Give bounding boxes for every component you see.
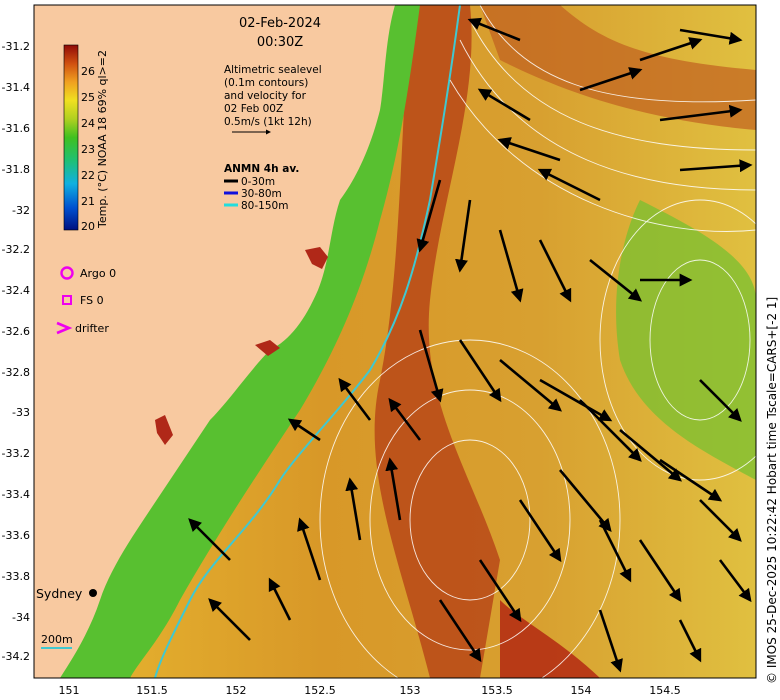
symbol-label: FS 0 (80, 294, 104, 307)
colorbar-tick: 21 (81, 195, 95, 208)
anmn-label: 30-80m (241, 188, 282, 200)
city-label: Sydney (36, 586, 83, 601)
lat-tick: -31.6 (2, 122, 30, 135)
colorbar-tick: 25 (81, 91, 95, 104)
city-marker (89, 589, 97, 597)
lon-tick: 153 (400, 684, 421, 697)
colorbar-tick: 24 (81, 117, 95, 130)
sst-map: -31.2 -31.4 -31.6 -31.8 -32 -32.2 -32.4 … (2, 4, 779, 697)
lat-tick: -34.2 (2, 650, 30, 663)
info-line: Altimetric sealevel (224, 64, 322, 76)
lat-ticks: -31.2 -31.4 -31.6 -31.8 -32 -32.2 -32.4 … (2, 40, 30, 663)
colorbar-gradient (63, 44, 79, 231)
symbol-label: Argo 0 (80, 267, 116, 280)
info-line: (0.1m contours) (224, 77, 308, 89)
anmn-label: 0-30m (241, 176, 275, 188)
lat-tick: -32.4 (2, 284, 30, 297)
credit-text: © IMOS 25-Dec-2025 10:22:42 Hobart time … (765, 297, 779, 684)
lon-tick: 154.5 (649, 684, 681, 697)
map-time: 00:30Z (257, 35, 303, 50)
lat-tick: -33.4 (2, 488, 30, 501)
lon-tick: 151 (59, 684, 80, 697)
map-plot-area (34, 5, 756, 678)
anmn-title: ANMN 4h av. (224, 163, 299, 175)
colorbar-tick: 26 (81, 65, 95, 78)
lat-tick: -31.8 (2, 163, 30, 176)
anmn-label: 80-150m (241, 200, 288, 212)
lat-tick: -32.2 (2, 243, 30, 256)
lon-tick: 151.5 (136, 684, 168, 697)
lon-ticks: 151 151.5 152 152.5 153 153.5 154 154.5 (59, 684, 681, 697)
lon-tick: 152 (226, 684, 247, 697)
lat-tick: -32.6 (2, 325, 30, 338)
lon-tick: 154 (571, 684, 592, 697)
lat-tick: -32 (12, 204, 30, 217)
info-line: 0.5m/s (1kt 12h) (224, 116, 312, 128)
lat-tick: -31.4 (2, 81, 30, 94)
info-line: 02 Feb 00Z (224, 103, 283, 115)
info-line: and velocity for (224, 90, 307, 102)
lat-tick: -33.8 (2, 570, 30, 583)
lat-tick: -31.2 (2, 40, 30, 53)
lat-tick: -33.2 (2, 447, 30, 460)
colorbar-tick: 23 (81, 143, 95, 156)
lon-tick: 152.5 (304, 684, 336, 697)
colorbar-tick: 20 (81, 220, 95, 233)
lat-tick: -34 (12, 611, 30, 624)
colorbar-label: Temp. (°C) NOAA 18 69% ql>=2 (96, 50, 109, 229)
lat-tick: -33.6 (2, 529, 30, 542)
map-date: 02-Feb-2024 (239, 16, 321, 31)
lat-tick: -33 (12, 406, 30, 419)
depth-label: 200m (41, 633, 73, 646)
lon-tick: 153.5 (481, 684, 513, 697)
symbol-label: drifter (75, 322, 109, 335)
lat-tick: -32.8 (2, 366, 30, 379)
colorbar-tick: 22 (81, 169, 95, 182)
